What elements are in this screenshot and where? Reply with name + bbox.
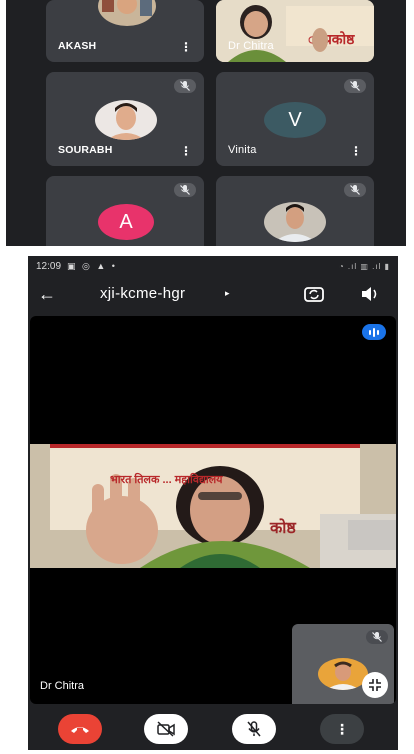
speaker-video-image (30, 444, 396, 568)
call-control-bar: ⋮ (28, 708, 398, 750)
muted-mic-icon (366, 630, 388, 644)
participant-tile-sourabh[interactable]: SOURABH ⋮ (46, 72, 204, 166)
akash-avatar (98, 0, 156, 26)
notification-icons: ▣ ◎ ▲ • (67, 260, 117, 271)
muted-mic-icon (174, 79, 196, 93)
main-video-stage[interactable]: भारत तिलक ... महाविद्यालय कोष्ठ Dr Chitr… (30, 316, 396, 704)
speaker-icon[interactable] (360, 285, 380, 308)
end-call-button[interactable] (58, 714, 102, 744)
participant-name: AKASH (58, 40, 97, 52)
meeting-code[interactable]: xji-kcme-hgr (100, 285, 185, 302)
self-view-avatar (318, 658, 368, 690)
vinita-avatar: V (264, 102, 326, 138)
more-options-icon[interactable]: ⋮ (180, 41, 192, 53)
participant-photo-avatar (264, 202, 326, 242)
muted-mic-icon (174, 183, 196, 197)
meeting-header: ← xji-kcme-hgr ▸ (28, 280, 398, 310)
meeting-details-arrow-icon[interactable]: ▸ (225, 288, 230, 299)
speaking-indicator-icon (362, 324, 386, 340)
status-bar: 12:09 ▣ ◎ ▲ • ◔ .ıl ▥ .ıl ▮ (28, 256, 398, 276)
participant-tile-vinita[interactable]: V Vinita ⋮ (216, 72, 374, 166)
banner-text-secondary: कोष्ठ (270, 520, 296, 537)
participant-name: Dr Chitra (228, 40, 274, 52)
muted-mic-icon (344, 183, 366, 197)
sourabh-avatar (95, 100, 157, 140)
dr-chitra-video-thumbnail: ा प्रकोष्ठ (216, 0, 374, 62)
signal-battery-icons: ◔ .ıl ▥ .ıl ▮ (338, 261, 390, 271)
exit-fullscreen-icon[interactable] (362, 672, 388, 698)
camera-off-icon (157, 721, 175, 737)
status-time: 12:09 (36, 260, 62, 272)
mic-off-icon (247, 721, 261, 737)
more-options-icon[interactable]: ⋮ (350, 145, 362, 157)
participant-tile-akash[interactable]: AKASH ⋮ (46, 0, 204, 62)
muted-mic-icon (344, 79, 366, 93)
camera-toggle-button[interactable] (144, 714, 188, 744)
back-arrow-icon[interactable]: ← (38, 284, 56, 305)
participant-tile-photo[interactable] (216, 176, 374, 246)
participant-a-avatar: A (98, 204, 154, 240)
more-options-button[interactable]: ⋮ (320, 714, 364, 744)
phone-hangup-icon (71, 727, 89, 733)
banner-text: भारत तिलक ... महाविद्यालय (110, 474, 223, 486)
participant-name: Vinita (228, 144, 257, 156)
participant-tile-a[interactable]: A (46, 176, 204, 246)
speaker-name-label: Dr Chitra (40, 680, 85, 692)
more-options-icon[interactable]: ⋮ (180, 145, 192, 157)
switch-camera-icon[interactable] (303, 284, 325, 309)
mic-toggle-button[interactable] (232, 714, 276, 744)
meeting-view-screenshot: 12:09 ▣ ◎ ▲ • ◔ .ıl ▥ .ıl ▮ ← xji-kcme-h… (28, 256, 398, 750)
speaker-video: भारत तिलक ... महाविद्यालय कोष्ठ (30, 444, 396, 568)
participant-tile-dr-chitra[interactable]: ा प्रकोष्ठ Dr Chitra (216, 0, 374, 62)
participant-grid-screenshot: AKASH ⋮ ा प्रकोष्ठ Dr Chitra SOURABH ⋮ V… (6, 0, 406, 246)
participant-name: SOURABH (58, 144, 113, 156)
